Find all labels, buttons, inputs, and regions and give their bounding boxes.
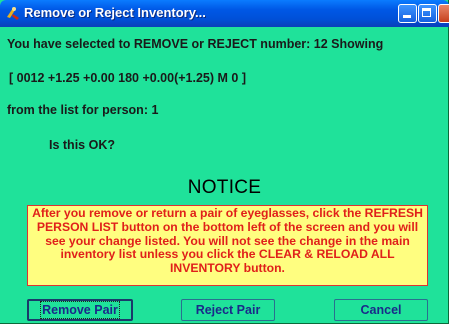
notice-box: After you remove or return a pair of eye… [27,205,428,286]
notice-title: NOTICE [187,177,262,198]
remove-pair-button[interactable]: Remove Pair [27,299,133,321]
close-button[interactable] [438,4,449,23]
confirm-question: Is this OK? [49,138,115,152]
app-icon [7,7,19,20]
minimize-button[interactable] [398,4,417,23]
notice-text: After you remove or return a pair of eye… [32,206,423,276]
remove-pair-label: Remove Pair [40,301,120,319]
cancel-label: Cancel [360,303,402,317]
selection-message: You have selected to REMOVE or REJECT nu… [7,37,384,51]
title-bar[interactable]: Remove or Reject Inventory... [0,0,449,27]
cancel-button[interactable]: Cancel [334,299,428,321]
item-details: [ 0012 +1.25 +0.00 180 +0.00(+1.25) M 0 … [9,71,246,85]
maximize-button[interactable] [418,4,437,23]
person-message: from the list for person: 1 [7,103,159,117]
reject-pair-label: Reject Pair [195,303,261,317]
remove-reject-dialog: Remove or Reject Inventory... You have s… [0,0,449,324]
window-title: Remove or Reject Inventory... [24,5,206,20]
reject-pair-button[interactable]: Reject Pair [181,299,275,321]
